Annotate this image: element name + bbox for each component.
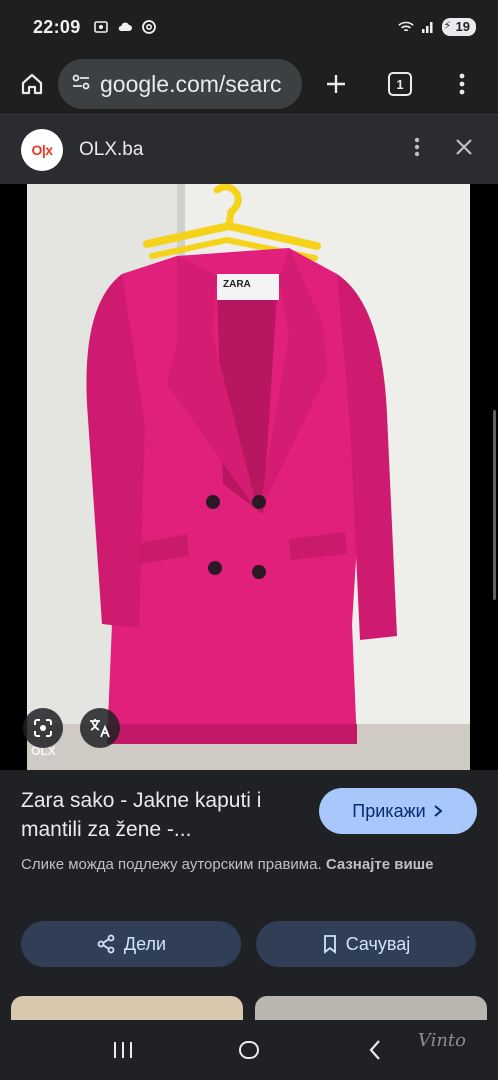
vinted-watermark: Vinto (417, 1030, 466, 1051)
close-icon[interactable] (454, 137, 474, 162)
save-button[interactable]: Сачувај (256, 921, 476, 967)
home-button[interactable] (14, 66, 50, 102)
product-photo[interactable]: ZARA OLX (27, 184, 470, 770)
image-details-panel: Zara sako - Jakne kaputi i mantili za že… (0, 770, 498, 1026)
source-actions (414, 136, 474, 163)
visit-label: Прикажи (352, 800, 426, 821)
plus-icon (327, 75, 345, 93)
lens-icon (34, 719, 52, 737)
back-icon (369, 1040, 380, 1060)
result-title[interactable]: Zara sako - Jakne kaputi i mantili za že… (21, 786, 291, 844)
home-circle-icon (239, 1041, 259, 1059)
tab-switcher-button[interactable]: 1 (382, 66, 418, 102)
browser-toolbar: google.com/searc 1 (0, 54, 498, 114)
url-text[interactable]: google.com/searc (100, 71, 282, 98)
status-time: 22:09 (33, 16, 81, 37)
address-bar[interactable]: google.com/searc (58, 59, 302, 109)
more-options-icon[interactable] (414, 136, 420, 163)
battery-indicator: 19 (441, 18, 476, 36)
bookmark-icon (323, 935, 336, 954)
share-label: Дели (123, 933, 167, 954)
status-right: 19 (397, 18, 476, 36)
image-source-header: O|x OLX.ba (0, 114, 498, 184)
image-viewer[interactable]: ZARA OLX (0, 184, 498, 770)
translate-button[interactable] (80, 708, 120, 748)
share-button[interactable]: Дели (21, 921, 241, 967)
status-icons (93, 19, 157, 35)
back-button[interactable] (355, 1030, 395, 1070)
more-vert-icon (459, 73, 465, 95)
copyright-notice: Слике можда подлежу ауторским правима. С… (21, 853, 481, 876)
menu-button[interactable] (444, 66, 480, 102)
signal-icon (420, 19, 436, 35)
source-name[interactable]: OLX.ba (79, 139, 143, 161)
new-tab-button[interactable] (318, 66, 354, 102)
status-bar: 22:09 19 (0, 0, 498, 54)
tab-count: 1 (388, 72, 412, 96)
recents-icon (114, 1042, 132, 1058)
recent-apps-button[interactable] (103, 1030, 143, 1070)
copyright-text: Слике можда подлежу ауторским правима. (21, 856, 322, 873)
cloud-icon (117, 19, 133, 35)
wifi-icon (397, 19, 414, 35)
share-icon (97, 934, 115, 954)
garment-label-text: ZARA (223, 279, 251, 290)
visit-button[interactable]: Прикажи (319, 788, 477, 834)
olx-logo[interactable]: O|x (21, 128, 63, 171)
home-icon (21, 73, 43, 95)
chevron-right-icon (434, 805, 443, 817)
scrollbar[interactable] (493, 410, 496, 600)
site-settings-icon[interactable] (70, 71, 92, 98)
save-label: Сачувај (345, 933, 411, 954)
translate-icon (90, 719, 110, 738)
lens-search-button[interactable] (23, 708, 63, 748)
screenshot-icon (93, 19, 109, 35)
home-nav-button[interactable] (229, 1030, 269, 1070)
pink-coat-image (27, 184, 470, 770)
learn-more-link[interactable]: Сазнајте више (326, 856, 434, 873)
threads-icon (141, 19, 157, 35)
